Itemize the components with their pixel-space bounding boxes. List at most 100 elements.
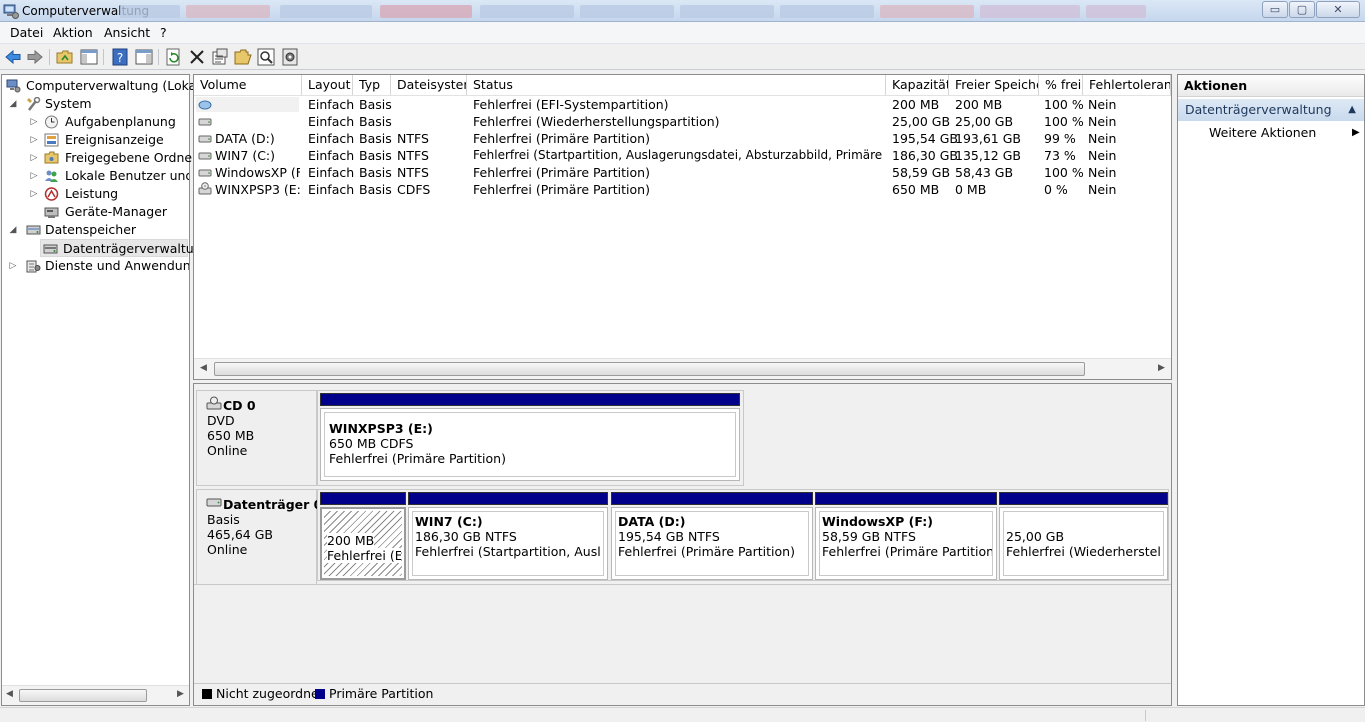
minimize-button[interactable]: ▭: [1262, 1, 1288, 18]
scroll-left-arrow-icon[interactable]: ◀: [6, 689, 13, 699]
disk-label-cd0[interactable]: CD 0 DVD 650 MB Online: [196, 390, 317, 486]
expand-arrow-icon[interactable]: ▷: [29, 167, 39, 185]
settings-icon[interactable]: [281, 48, 299, 66]
partition-size: 186,30 GB NTFS: [415, 529, 517, 544]
legend: Nicht zugeordnet Primäre Partition: [194, 683, 1171, 705]
disk-partitions-cd0: WINXPSP3 (E:) 650 MB CDFS Fehlerfrei (Pr…: [317, 390, 744, 486]
toolbar: ?: [0, 44, 1365, 70]
disk-type: DVD: [207, 413, 235, 428]
partition-recovery[interactable]: 25,00 GB Fehlerfrei (Wiederherstellungsp…: [999, 507, 1168, 580]
cell-freier-speicher: 135,12 GB: [955, 148, 1021, 163]
column-header-freier-speicher[interactable]: Freier Speicher: [949, 75, 1039, 95]
users-icon: [45, 170, 58, 182]
scrollbar-thumb[interactable]: [214, 362, 1085, 376]
tree-label: Ereignisanzeige: [65, 132, 164, 147]
expand-arrow-icon[interactable]: ▷: [29, 185, 39, 203]
actions-group-header[interactable]: Datenträgerverwaltung ▲: [1178, 99, 1364, 121]
table-row[interactable]: WINXPSP3 (E:) Einfach Basis CDFS Fehlerf…: [194, 181, 1171, 198]
cell-freier-speicher: 200 MB: [955, 97, 1003, 112]
partition-data[interactable]: DATA (D:) 195,54 GB NTFS Fehlerfrei (Pri…: [611, 507, 813, 580]
forward-arrow-icon[interactable]: [26, 48, 44, 66]
partition-windowsxp[interactable]: WindowsXP (F:) 58,59 GB NTFS Fehlerfrei …: [815, 507, 997, 580]
tree-item-root[interactable]: Computerverwaltung (Lokal): [4, 77, 205, 95]
tree-item-datenspeicher[interactable]: ◢ Datenspeicher: [4, 221, 189, 239]
cell-fehlertoleranz: Nein: [1088, 182, 1117, 197]
column-header-layout[interactable]: Layout: [302, 75, 353, 95]
expand-arrow-icon[interactable]: ▷: [29, 131, 39, 149]
menu-datei[interactable]: Datei: [10, 25, 43, 40]
partition-size: 650 MB CDFS: [329, 436, 414, 451]
cell-freier-speicher: 58,43 GB: [955, 165, 1014, 180]
menu-ansicht[interactable]: Ansicht: [104, 25, 150, 40]
partition-winxpsp3[interactable]: WINXPSP3 (E:) 650 MB CDFS Fehlerfrei (Pr…: [320, 408, 740, 481]
table-row[interactable]: WindowsXP (F:) Einfach Basis NTFS Fehler…: [194, 164, 1171, 181]
help-icon[interactable]: ?: [111, 48, 129, 66]
cell-dateisystem: NTFS: [397, 165, 429, 180]
partition-header-primary: [320, 393, 740, 406]
collapse-up-icon[interactable]: ▲: [1348, 99, 1356, 121]
divider: [194, 584, 1171, 585]
maximize-button[interactable]: ▢: [1289, 1, 1315, 18]
partition-size: 200 MB: [327, 533, 375, 548]
partition-size: 195,54 GB NTFS: [618, 529, 720, 544]
column-header-status[interactable]: Status: [467, 75, 886, 95]
show-hide-action-pane-icon[interactable]: [135, 48, 153, 66]
console-tree: Computerverwaltung (Lokal) ◢ System ▷ Au…: [1, 74, 210, 706]
expand-arrow-icon[interactable]: ▷: [29, 149, 39, 167]
column-header-fehlertoleranz[interactable]: Fehlertoleranz: [1083, 75, 1171, 95]
tree-item-leistung[interactable]: ▷ Leistung: [4, 185, 189, 203]
table-row[interactable]: DATA (D:) Einfach Basis NTFS Fehlerfrei …: [194, 130, 1171, 147]
show-hide-tree-icon[interactable]: [80, 48, 98, 66]
refresh-icon[interactable]: [165, 48, 183, 66]
tree-item-datentraegerverwaltung[interactable]: Datenträgerverwaltung: [40, 239, 210, 257]
cell-prozent-frei: 100 %: [1044, 114, 1084, 129]
tree-item-ereignisanzeige[interactable]: ▷ Ereignisanzeige: [4, 131, 189, 149]
up-folder-icon[interactable]: [56, 48, 74, 66]
legend-swatch-unallocated: [202, 689, 212, 699]
scroll-left-arrow-icon[interactable]: ◀: [200, 363, 207, 373]
find-icon[interactable]: [257, 48, 275, 66]
properties-icon[interactable]: [211, 48, 229, 66]
menu-help[interactable]: ?: [160, 25, 167, 40]
expand-arrow-icon[interactable]: ▷: [8, 257, 18, 275]
column-header-volume[interactable]: Volume: [194, 75, 302, 95]
toolbar-separator: [103, 49, 104, 65]
action-weitere-aktionen[interactable]: Weitere Aktionen: [1209, 125, 1316, 140]
scroll-right-arrow-icon[interactable]: ▶: [1158, 363, 1165, 373]
column-header-dateisystem[interactable]: Dateisystem: [391, 75, 467, 95]
disk-label-disk0[interactable]: Datenträger 0 Basis 465,64 GB Online: [196, 489, 322, 585]
tree-horizontal-scrollbar[interactable]: ◀ ▶: [2, 685, 189, 705]
tree-item-freigegebene-ordner[interactable]: ▷ Freigegebene Ordner: [4, 149, 198, 167]
cell-fehlertoleranz: Nein: [1088, 148, 1117, 163]
close-button[interactable]: ✕: [1316, 1, 1360, 18]
back-arrow-icon[interactable]: [4, 48, 22, 66]
partition-efi[interactable]: 200 MB Fehlerfrei (EFI-Systempartition): [320, 507, 406, 580]
tree-item-dienste[interactable]: ▷ Dienste und Anwendungen: [4, 257, 189, 275]
scroll-right-arrow-icon[interactable]: ▶: [177, 689, 184, 699]
table-row[interactable]: Einfach Basis Fehlerfrei (EFI-Systempart…: [194, 96, 1171, 113]
column-header-kapazitaet[interactable]: Kapazität: [886, 75, 949, 95]
tree-item-system[interactable]: ◢ System: [4, 95, 189, 113]
drive-icon: [198, 152, 212, 160]
delete-icon[interactable]: [188, 48, 206, 66]
column-header-prozent-frei[interactable]: % frei: [1039, 75, 1083, 95]
tree-item-geraete-manager[interactable]: Geräte-Manager: [4, 203, 189, 221]
cell-kapazitaet: 25,00 GB: [892, 114, 951, 129]
partition-size: 25,00 GB: [1006, 529, 1065, 544]
table-row[interactable]: WIN7 (C:) Einfach Basis NTFS Fehlerfrei …: [194, 147, 1171, 164]
table-row[interactable]: Einfach Basis Fehlerfrei (Wiederherstell…: [194, 113, 1171, 130]
expand-arrow-icon[interactable]: ▷: [29, 113, 39, 131]
cell-kapazitaet: 200 MB: [892, 97, 940, 112]
collapse-arrow-icon[interactable]: ◢: [8, 95, 18, 113]
cell-kapazitaet: 650 MB: [892, 182, 940, 197]
scrollbar-thumb[interactable]: [19, 689, 147, 702]
partition-name: DATA (D:): [618, 514, 686, 529]
column-header-typ[interactable]: Typ: [353, 75, 391, 95]
list-horizontal-scrollbar[interactable]: ◀ ▶: [194, 358, 1171, 379]
collapse-arrow-icon[interactable]: ◢: [8, 221, 18, 239]
tree-item-aufgabenplanung[interactable]: ▷ Aufgabenplanung: [4, 113, 189, 131]
partition-win7[interactable]: WIN7 (C:) 186,30 GB NTFS Fehlerfrei (Sta…: [408, 507, 608, 580]
tree-item-lokale-benutzer[interactable]: ▷ Lokale Benutzer und Gruppen: [4, 167, 189, 185]
menu-aktion[interactable]: Aktion: [53, 25, 93, 40]
open-folder-icon[interactable]: [234, 48, 252, 66]
